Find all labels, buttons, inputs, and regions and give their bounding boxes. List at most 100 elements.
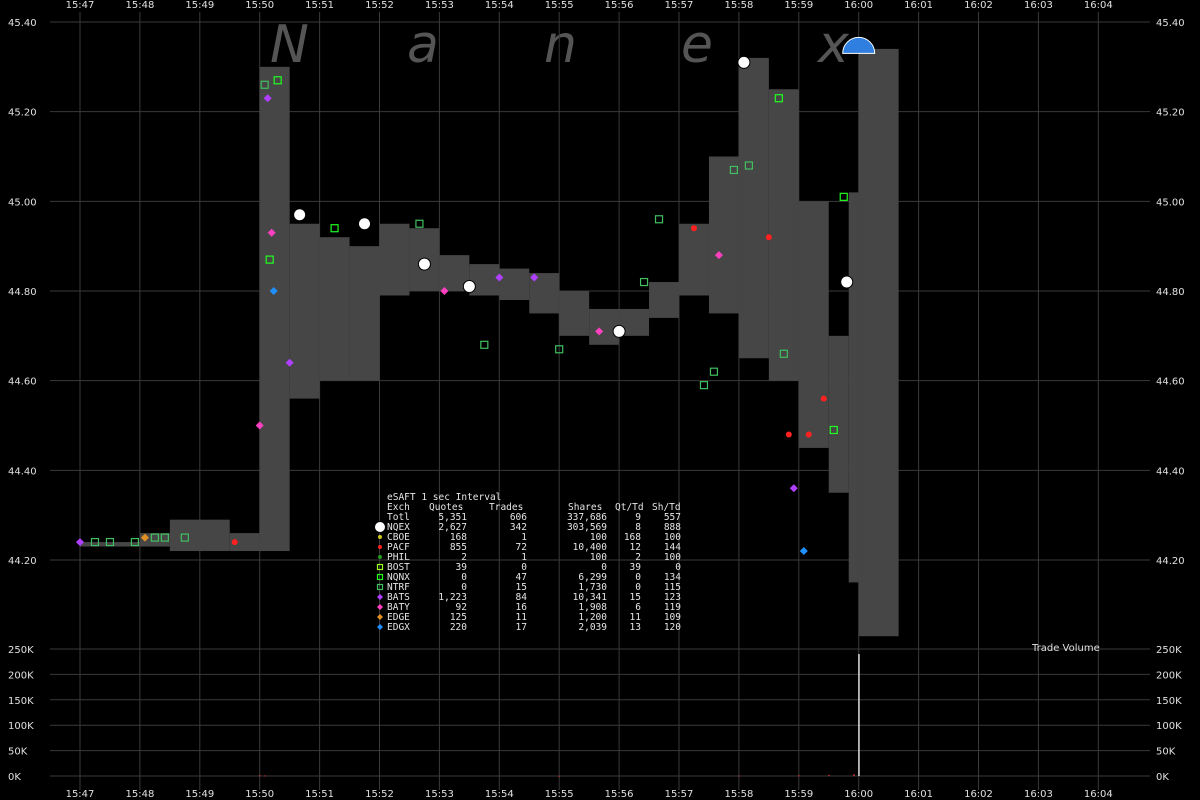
nbbo-segment xyxy=(649,282,679,318)
legend-marker xyxy=(378,555,382,559)
trade-marker xyxy=(415,219,424,228)
x-tick-label-bottom: 15:55 xyxy=(545,789,574,800)
y-tick-label-right: 45.20 xyxy=(1156,108,1185,119)
x-tick-label-top: 15:56 xyxy=(605,0,634,11)
trade-marker xyxy=(699,381,709,390)
trade-marker xyxy=(480,340,489,349)
y-tick-label-left: 44.80 xyxy=(8,287,37,298)
vol-tick-label-left: 50K xyxy=(8,747,28,758)
legend-cell: 17 xyxy=(516,622,527,633)
legend-cell: 120 xyxy=(664,622,681,633)
x-tick-label-bottom: 15:47 xyxy=(66,789,95,800)
nbbo-segment xyxy=(708,156,739,314)
gridlines xyxy=(50,12,1150,790)
volume-bar xyxy=(558,775,561,777)
y-tick-label-right: 44.60 xyxy=(1156,377,1185,388)
legend-cell: 2,039 xyxy=(578,622,607,633)
legend-cell: 13 xyxy=(630,622,641,633)
vol-tick-label-right: 250K xyxy=(1156,645,1182,656)
esaft-chart: Nanex 15:4715:4715:4815:4815:4915:4915:5… xyxy=(8,0,1185,800)
legend-marker xyxy=(377,614,383,620)
vol-tick-label-left: 200K xyxy=(8,670,34,681)
y-tick-label-left: 44.40 xyxy=(8,466,37,477)
nbbo-segment xyxy=(798,201,829,448)
trade-marker xyxy=(639,277,649,287)
legend-table: eSAFT 1 sec IntervalExch Quotes Trades Shar… xyxy=(374,492,681,633)
volume-bar xyxy=(798,775,800,777)
x-tick-label-bottom: 16:00 xyxy=(844,789,873,800)
vol-tick-label-right: 150K xyxy=(1156,696,1182,707)
nbbo-segment xyxy=(289,223,320,399)
x-tick-label-top: 15:54 xyxy=(485,0,514,11)
vol-tick-label-right: 100K xyxy=(1156,721,1182,732)
trade-marker xyxy=(839,192,848,201)
volume-bar xyxy=(853,774,855,776)
trade-marker xyxy=(330,224,339,233)
y-tick-label-left: 45.40 xyxy=(8,18,37,29)
y-tick-label-left: 44.60 xyxy=(8,377,37,388)
volume-title: Trade Volume xyxy=(1031,643,1100,654)
trade-marker xyxy=(709,367,719,376)
vol-tick-label-right: 0K xyxy=(1156,772,1169,783)
trade-marker xyxy=(840,275,854,289)
x-tick-label-bottom: 15:59 xyxy=(784,789,813,800)
y-tick-label-right: 44.40 xyxy=(1156,466,1185,477)
legend-marker xyxy=(377,604,383,610)
y-tick-label-right: 45.40 xyxy=(1156,18,1185,29)
nbbo-segment xyxy=(768,89,799,381)
watermark-letter: e xyxy=(681,15,713,75)
x-tick-label-bottom: 15:53 xyxy=(425,789,454,800)
legend-cell: EDGX xyxy=(387,622,410,633)
y-tick-label-right: 44.20 xyxy=(1156,556,1185,567)
legend-marker xyxy=(377,594,383,600)
x-tick-label-top: 15:48 xyxy=(125,0,154,11)
x-tick-label-top: 15:51 xyxy=(305,0,334,11)
nbbo-segment xyxy=(828,335,849,493)
nbbo-segment xyxy=(679,223,709,296)
x-tick-label-top: 16:02 xyxy=(964,0,993,11)
nbbo-segment xyxy=(379,223,410,296)
x-tick-label-bottom: 15:58 xyxy=(724,789,753,800)
nbbo-segment xyxy=(349,246,380,381)
vol-tick-label-right: 50K xyxy=(1156,747,1176,758)
axis-labels: 15:47 15:47 15:48 15:48 15:49 15:49 15:50 15:50… xyxy=(8,0,1185,800)
x-tick-label-top: 15:52 xyxy=(365,0,394,11)
x-tick-label-top: 16:04 xyxy=(1084,0,1113,11)
x-tick-label-bottom: 15:51 xyxy=(305,789,334,800)
trade-marker xyxy=(293,208,307,222)
trade-marker xyxy=(654,215,664,224)
x-tick-label-bottom: 15:48 xyxy=(125,789,154,800)
legend-marker xyxy=(378,545,382,549)
trade-marker xyxy=(785,431,792,438)
x-tick-label-bottom: 15:54 xyxy=(485,789,514,800)
legend-marker xyxy=(377,624,383,630)
x-tick-label-top: 15:53 xyxy=(425,0,454,11)
trade-marker xyxy=(417,257,431,271)
x-tick-label-top: 15:49 xyxy=(185,0,214,11)
trade-marker xyxy=(231,539,238,546)
nbbo-segment xyxy=(169,519,230,552)
trade-marker xyxy=(612,324,626,338)
nbbo-band xyxy=(80,48,899,637)
vol-tick-label-right: 200K xyxy=(1156,670,1182,681)
x-tick-label-top: 15:58 xyxy=(724,0,753,11)
x-tick-label-bottom: 16:04 xyxy=(1084,789,1113,800)
trade-marker xyxy=(765,234,772,241)
trade-marker xyxy=(799,547,808,556)
trade-marker xyxy=(820,395,827,402)
x-tick-label-top: 15:47 xyxy=(66,0,95,11)
y-tick-label-left: 45.20 xyxy=(8,108,37,119)
legend-cell: 220 xyxy=(450,622,467,633)
volume-bar xyxy=(858,654,860,776)
legend-marker xyxy=(378,535,382,539)
trade-marker xyxy=(690,225,697,232)
watermark-letter: N xyxy=(270,15,309,75)
nbbo-segment xyxy=(858,48,899,637)
vol-tick-label-left: 250K xyxy=(8,645,34,656)
x-tick-label-bottom: 15:49 xyxy=(185,789,214,800)
x-tick-label-bottom: 15:56 xyxy=(605,789,634,800)
watermark-letter: a xyxy=(407,15,439,75)
legend-marker xyxy=(374,521,386,533)
nbbo-segment xyxy=(738,57,769,359)
x-tick-label-bottom: 16:02 xyxy=(964,789,993,800)
